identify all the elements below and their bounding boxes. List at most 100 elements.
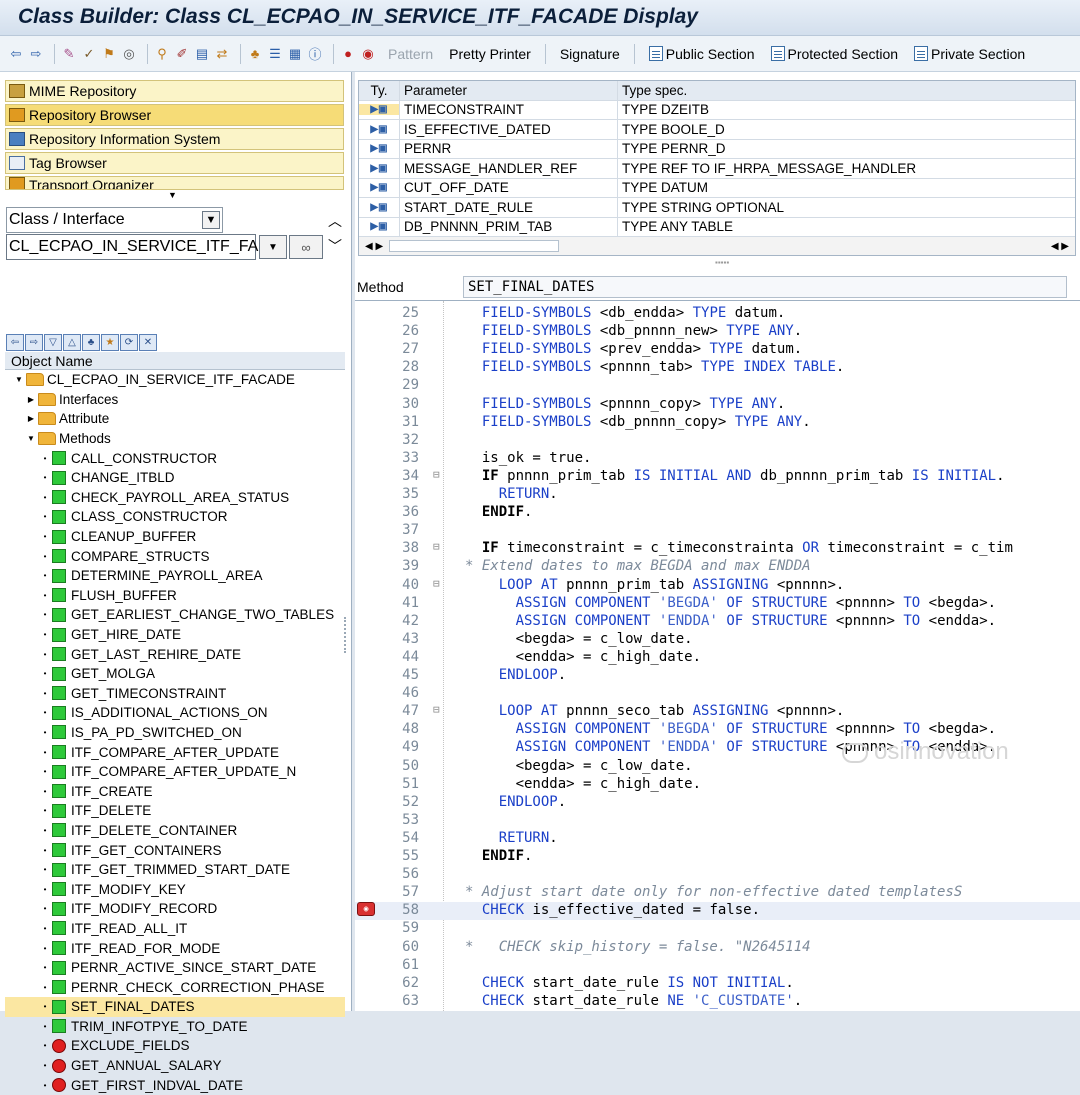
tree-method-item[interactable]: • GET_ANNUAL_SALARY [5,1056,345,1076]
check-icon[interactable]: ✓ [81,46,97,62]
expand-icon[interactable]: △ [63,334,81,351]
tree-interfaces[interactable]: ▶ Interfaces [5,390,345,410]
code-line[interactable]: 33 is_ok = true. [355,450,1080,468]
tree-method-item[interactable]: • EXCLUDE_FIELDS [5,1036,345,1056]
tree-method-item[interactable]: • ITF_READ_ALL_IT [5,919,345,939]
protected-section-button[interactable]: Protected Section [770,46,898,62]
enhance-icon[interactable]: ♣ [247,46,263,62]
horizontal-scrollbar[interactable]: ◀ ▶ ◀ ▶ [359,237,1075,255]
tree-method-item[interactable]: • CHANGE_ITBLD [5,468,345,488]
scroll-right-icon[interactable]: ◀ ▶ [1051,241,1069,252]
tree-method-item[interactable]: • SET_FINAL_DATES [5,997,345,1017]
refresh-icon[interactable]: ⟳ [120,334,138,351]
display-glasses-icon[interactable]: ∞ [289,235,323,259]
code-line[interactable]: 37 [355,522,1080,540]
code-line[interactable]: 28 FIELD-SYMBOLS <pnnnn_tab> TYPE INDEX … [355,359,1080,377]
code-line[interactable]: 55 ENDIF. [355,848,1080,866]
expand-arrow-icon[interactable]: ▼ [27,434,35,443]
expand-arrow-icon[interactable]: ▼ [15,375,23,384]
code-line[interactable]: 34 ⊟ IF pnnnn_prim_tab IS INITIAL AND db_… [355,468,1080,486]
tree-method-item[interactable]: • ITF_GET_CONTAINERS [5,840,345,860]
splitter-arrow-icon[interactable]: ▼ [168,190,177,200]
object-name-input[interactable]: CL_ECPAO_IN_SERVICE_ITF_FAC [6,234,270,260]
test-icon[interactable]: ◎ [121,46,137,62]
tree-method-item[interactable]: • GET_EARLIEST_CHANGE_TWO_TABLES [5,605,345,625]
code-line[interactable]: 54 RETURN. [355,830,1080,848]
tree-method-item[interactable]: • CLEANUP_BUFFER [5,527,345,547]
code-line[interactable]: 60 * CHECK skip_history = false. "N264511… [355,939,1080,957]
code-line[interactable]: 56 [355,866,1080,884]
collapse-arrow-icon[interactable]: ▶ [27,395,35,404]
code-line[interactable]: 52 ENDLOOP. [355,794,1080,812]
code-line[interactable]: 30 FIELD-SYMBOLS <pnnnn_copy> TYPE ANY. [355,396,1080,414]
close-icon[interactable]: ✕ [139,334,157,351]
activate-icon[interactable]: ⚑ [101,46,117,62]
nav-transport-organizer[interactable]: Transport Organizer [5,176,344,190]
tree-method-item[interactable]: • ITF_READ_FOR_MODE [5,938,345,958]
code-line[interactable]: 35 RETURN. [355,486,1080,504]
scroll-up-icon[interactable]: ︿ [328,211,342,231]
breakpoint-icon[interactable]: ● [340,46,356,62]
code-line[interactable]: 62 CHECK start_date_rule IS NOT INITIAL. [355,975,1080,993]
hierarchy-icon[interactable]: ⇄ [214,46,230,62]
code-line[interactable]: 38 ⊟ IF timeconstraint = c_timeconstraint… [355,540,1080,558]
table-row[interactable]: ▶▣ IS_EFFECTIVE_DATED TYPE BOOLE_D [359,120,1075,140]
public-section-button[interactable]: Public Section [648,46,755,62]
code-line[interactable]: 40 ⊟ LOOP AT pnnnn_prim_tab ASSIGNING <pn… [355,577,1080,595]
object-list-icon[interactable]: ✐ [174,46,190,62]
tree-method-item[interactable]: • CHECK_PAYROLL_AREA_STATUS [5,488,345,508]
list-icon[interactable]: ☰ [267,46,283,62]
code-line[interactable]: 63 CHECK start_date_rule NE 'C_CUSTDATE'… [355,993,1080,1011]
tree-method-item[interactable]: • CALL_CONSTRUCTOR [5,448,345,468]
code-line[interactable]: 47 ⊟ LOOP AT pnnnn_seco_tab ASSIGNING <pn… [355,703,1080,721]
tree-method-item[interactable]: • PERNR_CHECK_CORRECTION_PHASE [5,977,345,997]
toggle-icon[interactable]: ✎ [61,46,77,62]
nav-repository-browser[interactable]: Repository Browser [5,104,344,126]
pretty-printer-button[interactable]: Pretty Printer [449,46,531,62]
code-line[interactable]: 29 [355,377,1080,395]
code-line[interactable]: 57 * Adjust start date only for non-effec… [355,884,1080,902]
nav-mime-repository[interactable]: MIME Repository [5,80,344,102]
pattern-button[interactable]: Pattern [388,46,433,62]
dropdown-button[interactable]: ▼ [259,235,287,259]
fold-icon[interactable]: ⊟ [433,540,443,553]
table-row[interactable]: ▶▣ DB_PNNNN_PRIM_TAB TYPE ANY TABLE [359,217,1075,237]
tree-method-item[interactable]: • ITF_MODIFY_RECORD [5,899,345,919]
code-line[interactable]: 48 ASSIGN COMPONENT 'BEGDA' OF STRUCTURE… [355,721,1080,739]
code-line[interactable]: 58 ◉ CHECK is_effective_dated = false. [355,902,1080,921]
tree-method-item[interactable]: • ITF_COMPARE_AFTER_UPDATE [5,742,345,762]
tree-method-item[interactable]: • ITF_DELETE_CONTAINER [5,821,345,841]
tree-method-item[interactable]: • IS_ADDITIONAL_ACTIONS_ON [5,703,345,723]
code-line[interactable]: 53 [355,812,1080,830]
tree-method-item[interactable]: • ITF_CREATE [5,781,345,801]
breakpoint-icon[interactable]: ◉ [357,902,375,917]
nav-repository-info-system[interactable]: Repository Information System [5,128,344,150]
tree-method-item[interactable]: • COMPARE_STRUCTS [5,546,345,566]
tree-method-item[interactable]: • GET_MOLGA [5,664,345,684]
display-object-list-icon[interactable]: ▤ [194,46,210,62]
code-line[interactable]: 36 ENDIF. [355,504,1080,522]
tree-method-item[interactable]: • GET_HIRE_DATE [5,625,345,645]
tree-method-item[interactable]: • IS_PA_PD_SWITCHED_ON [5,723,345,743]
private-section-button[interactable]: Private Section [914,46,1025,62]
info-icon[interactable]: ⓘ [307,46,323,62]
collapse-icon[interactable]: ▽ [44,334,62,351]
tree-method-item[interactable]: • GET_TIMECONSTRAINT [5,684,345,704]
collapse-arrow-icon[interactable]: ▶ [27,414,35,423]
tree-method-item[interactable]: • DETERMINE_PAYROLL_AREA [5,566,345,586]
fold-icon[interactable]: ⊟ [433,703,443,716]
tree-method-item[interactable]: • PERNR_ACTIVE_SINCE_START_DATE [5,958,345,978]
forward-icon[interactable]: ⇨ [25,334,43,351]
forward-icon[interactable]: ⇨ [28,46,44,62]
table-icon[interactable]: ▦ [287,46,303,62]
code-line[interactable]: 27 FIELD-SYMBOLS <prev_endda> TYPE datum… [355,341,1080,359]
where-used-icon[interactable]: ⚲ [154,46,170,62]
tree-method-item[interactable]: • ITF_GET_TRIMMED_START_DATE [5,860,345,880]
tree-method-item[interactable]: • CLASS_CONSTRUCTOR [5,507,345,527]
back-icon[interactable]: ⇦ [8,46,24,62]
code-line[interactable]: 25 FIELD-SYMBOLS <db_endda> TYPE datum. [355,305,1080,323]
code-line[interactable]: 41 ASSIGN COMPONENT 'BEGDA' OF STRUCTURE… [355,595,1080,613]
tree-method-item[interactable]: • FLUSH_BUFFER [5,586,345,606]
hierarchy-icon[interactable]: ♣ [82,334,100,351]
code-line[interactable]: 32 [355,432,1080,450]
